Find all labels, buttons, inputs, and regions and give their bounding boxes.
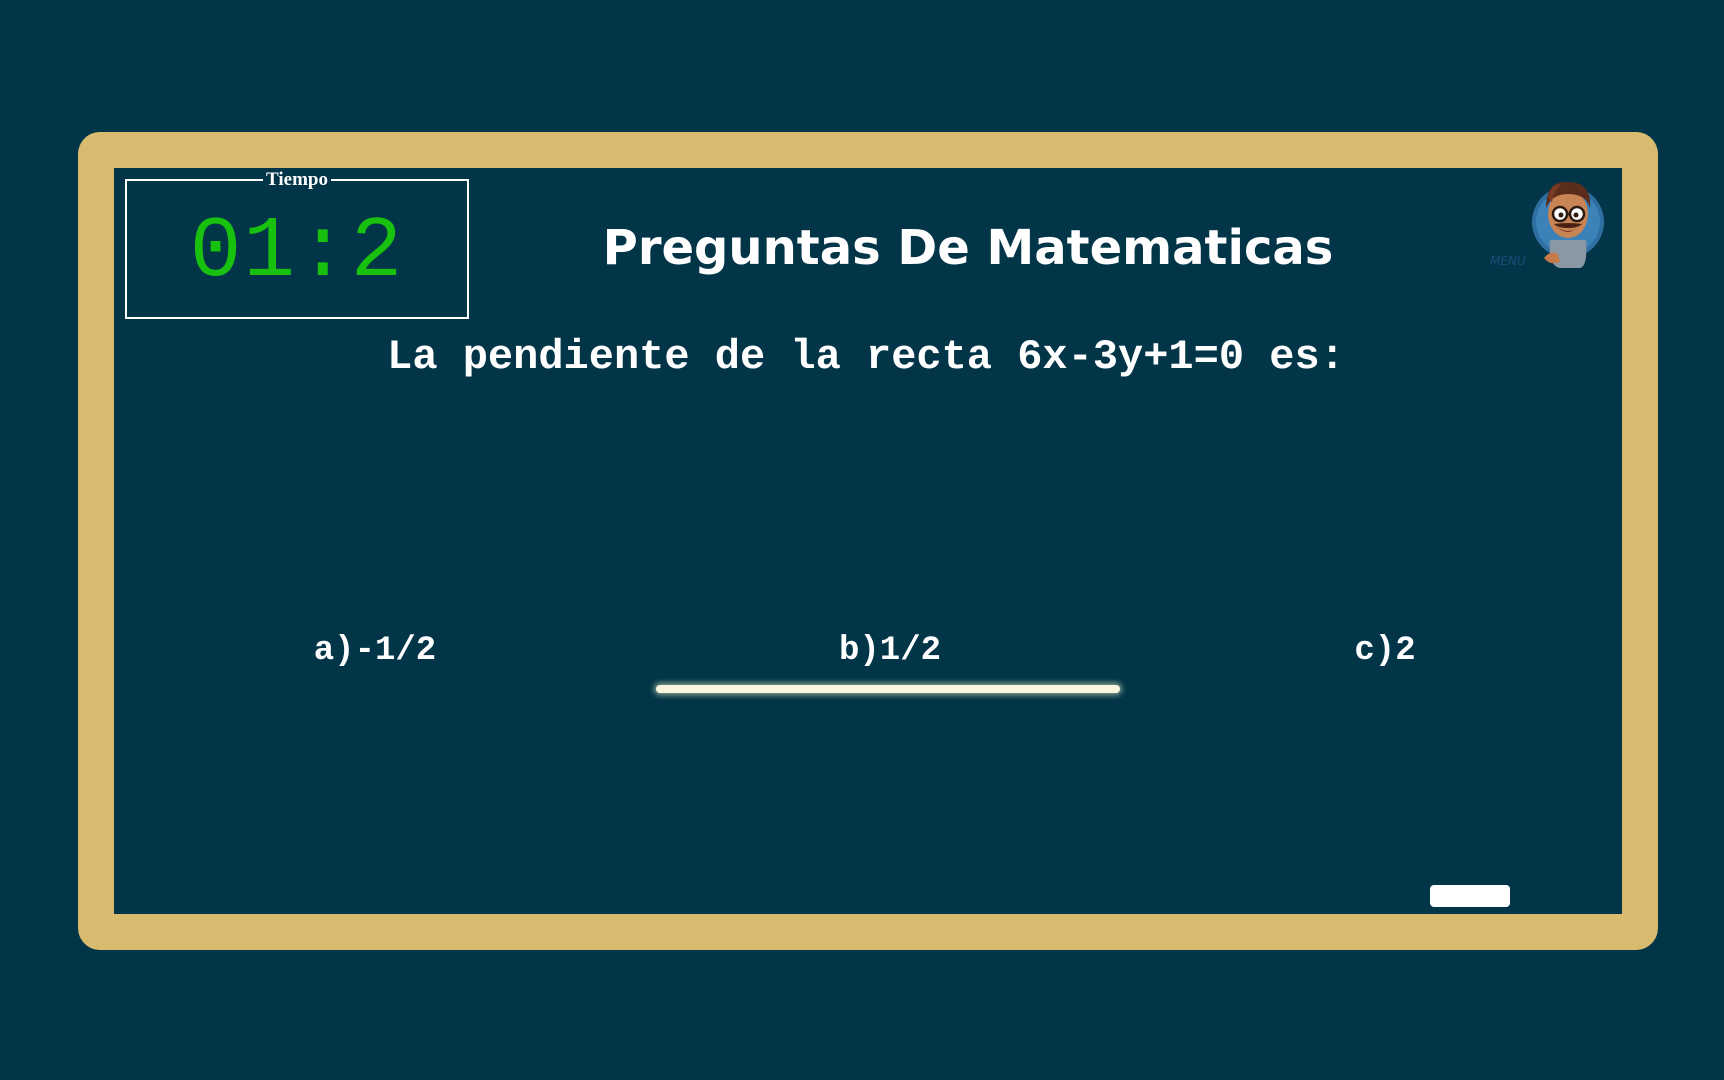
option-c-button[interactable]: c)2 [1335, 628, 1435, 674]
menu-button[interactable]: MENÚ [1488, 170, 1608, 274]
question-text: La pendiente de la recta 6x-3y+1=0 es: [387, 333, 1345, 381]
chalk-piece [1430, 885, 1510, 907]
timer-label: Tiempo [263, 169, 331, 190]
timer-value: 01:2 [189, 203, 405, 301]
menu-label: MENÚ [1490, 254, 1526, 268]
option-a-button[interactable]: a)-1/2 [290, 628, 460, 674]
timer-panel: Tiempo 01:2 [125, 169, 469, 319]
chalk-underline [656, 685, 1120, 693]
page-title: Preguntas De Matematicas [602, 220, 1334, 276]
option-b-button[interactable]: b)1/2 [805, 628, 975, 674]
